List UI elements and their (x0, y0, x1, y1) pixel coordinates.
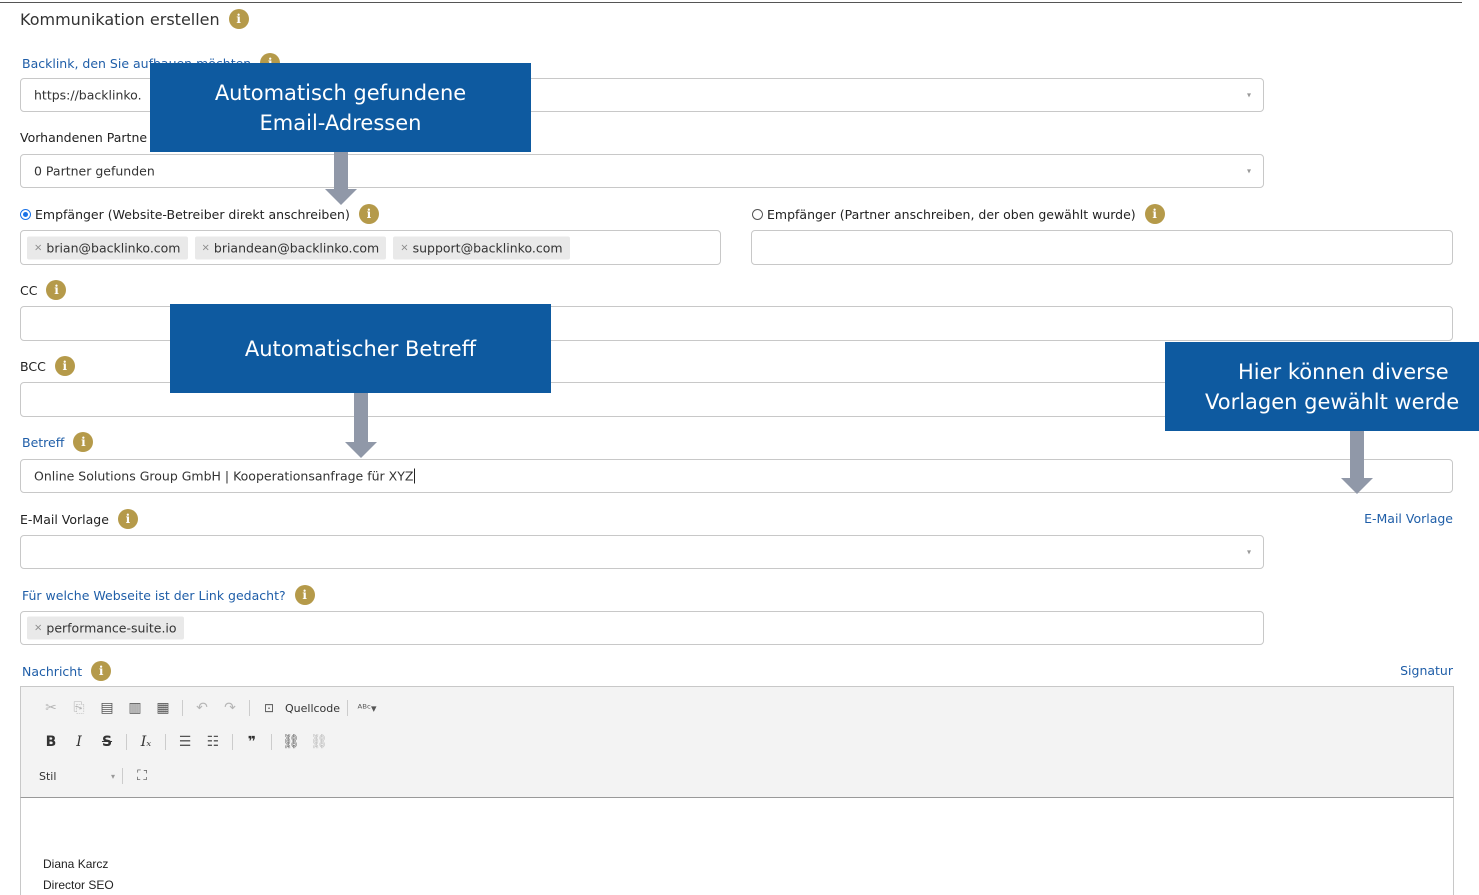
callout-arrow-head (1341, 478, 1373, 494)
strikethrough-icon[interactable]: S (95, 731, 119, 753)
signature-title: Director SEO (43, 878, 114, 892)
chevron-down-icon: ▾ (1246, 90, 1251, 100)
paste-icon[interactable]: ▤ (95, 697, 119, 719)
info-icon[interactable]: i (73, 432, 94, 452)
info-icon[interactable]: i (1144, 204, 1165, 224)
toolbar-separator (165, 734, 166, 750)
callout-arrow-head (325, 189, 357, 205)
italic-icon[interactable]: I (67, 731, 91, 753)
source-icon[interactable]: ⊡ (257, 697, 281, 719)
link-icon[interactable]: ⛓ (279, 731, 303, 753)
toolbar-separator (249, 700, 250, 716)
paste-text-icon[interactable]: ▥ (123, 697, 147, 719)
remove-tag-icon[interactable]: × (34, 623, 42, 634)
callout-arrow-shaft (354, 391, 368, 443)
toolbar-separator (126, 734, 127, 750)
maximize-icon[interactable]: ⛶ (130, 765, 154, 787)
callout-emails: Automatisch gefundene Email-Adressen (150, 63, 531, 152)
info-icon[interactable]: i (358, 204, 379, 224)
recipient-direct-option[interactable]: Empfänger (Website-Betreiber direkt ansc… (20, 204, 379, 224)
recipient-partner-option[interactable]: Empfänger (Partner anschreiben, der oben… (752, 204, 1165, 224)
info-icon[interactable]: i (46, 280, 67, 300)
partner-select[interactable]: 0 Partner gefunden ▾ (20, 154, 1264, 188)
signature-link[interactable]: Signatur (1400, 663, 1453, 678)
remove-tag-icon[interactable]: × (34, 242, 42, 253)
callout-arrow-shaft (334, 150, 348, 190)
email-tag: × support@backlinko.com (393, 236, 570, 259)
chevron-down-icon: ▾ (1246, 547, 1251, 557)
source-button[interactable]: Quellcode (285, 702, 340, 715)
info-icon[interactable]: i (54, 356, 75, 376)
template-link[interactable]: E-Mail Vorlage (1364, 511, 1453, 526)
unlink-icon[interactable]: ⛓ (307, 731, 331, 753)
chevron-down-icon[interactable]: ▾ (111, 772, 115, 781)
style-select[interactable]: Stil (39, 770, 107, 783)
paste-word-icon[interactable]: ▦ (151, 697, 175, 719)
chevron-down-icon: ▾ (1246, 166, 1251, 176)
partner-label: Vorhandenen Partne (20, 130, 148, 145)
toolbar-separator (182, 700, 183, 716)
info-icon[interactable]: i (294, 585, 315, 605)
email-tag: × briandean@backlinko.com (194, 236, 387, 259)
cc-label: CC i (20, 280, 67, 300)
info-icon[interactable]: i (228, 9, 249, 29)
callout-arrow-shaft (1350, 429, 1364, 479)
website-field[interactable]: × performance-suite.io (20, 611, 1264, 645)
recipient-direct-field[interactable]: × brian@backlinko.com × briandean@backlink… (20, 230, 721, 265)
editor-toolbar: ✂ ⎘ ▤ ▥ ▦ ↶ ↷ ⊡ Quellcode ᴬᴮᶜ▾ B I S Iₓ … (20, 686, 1454, 798)
message-label: Nachricht i (22, 661, 112, 681)
callout-arrow-head (345, 442, 377, 458)
subject-label: Betreff i (22, 432, 94, 452)
message-editor[interactable]: Diana Karcz Director SEO (20, 798, 1454, 895)
info-icon[interactable]: i (117, 509, 138, 529)
bold-icon[interactable]: B (39, 731, 63, 753)
remove-tag-icon[interactable]: × (202, 242, 210, 253)
email-tag: × brian@backlinko.com (27, 236, 188, 259)
radio-recipient-partner[interactable] (752, 208, 763, 220)
toolbar-separator (122, 768, 124, 784)
toolbar-separator (232, 734, 233, 750)
page-title: Kommunikation erstellen i (20, 9, 249, 29)
top-divider (0, 2, 1462, 3)
recipient-partner-field[interactable] (751, 230, 1453, 265)
website-label: Für welche Webseite ist der Link gedacht… (22, 585, 315, 605)
website-tag: × performance-suite.io (27, 616, 184, 640)
template-label: E-Mail Vorlage i (20, 509, 138, 529)
copy-icon[interactable]: ⎘ (67, 697, 91, 719)
radio-recipient-direct[interactable] (20, 208, 31, 220)
template-select[interactable]: ▾ (20, 535, 1264, 569)
spellcheck-icon[interactable]: ᴬᴮᶜ▾ (355, 697, 379, 719)
callout-templates: Hier können diverse Vorlagen gewählt wer… (1165, 342, 1479, 431)
remove-tag-icon[interactable]: × (400, 242, 408, 253)
bulleted-list-icon[interactable]: ☷ (201, 731, 225, 753)
toolbar-separator (271, 734, 272, 750)
subject-input[interactable]: Online Solutions Group GmbH | Kooperatio… (20, 459, 1453, 493)
info-icon[interactable]: i (91, 661, 112, 681)
redo-icon[interactable]: ↷ (218, 697, 242, 719)
undo-icon[interactable]: ↶ (190, 697, 214, 719)
toolbar-separator (347, 700, 349, 716)
cut-icon[interactable]: ✂ (39, 697, 63, 719)
remove-format-icon[interactable]: Iₓ (134, 731, 158, 753)
blockquote-icon[interactable]: ❞ (240, 731, 264, 753)
bcc-label: BCC i (20, 356, 75, 376)
callout-subject: Automatischer Betreff (170, 304, 551, 393)
numbered-list-icon[interactable]: ☰ (173, 731, 197, 753)
signature-name: Diana Karcz (43, 857, 109, 871)
